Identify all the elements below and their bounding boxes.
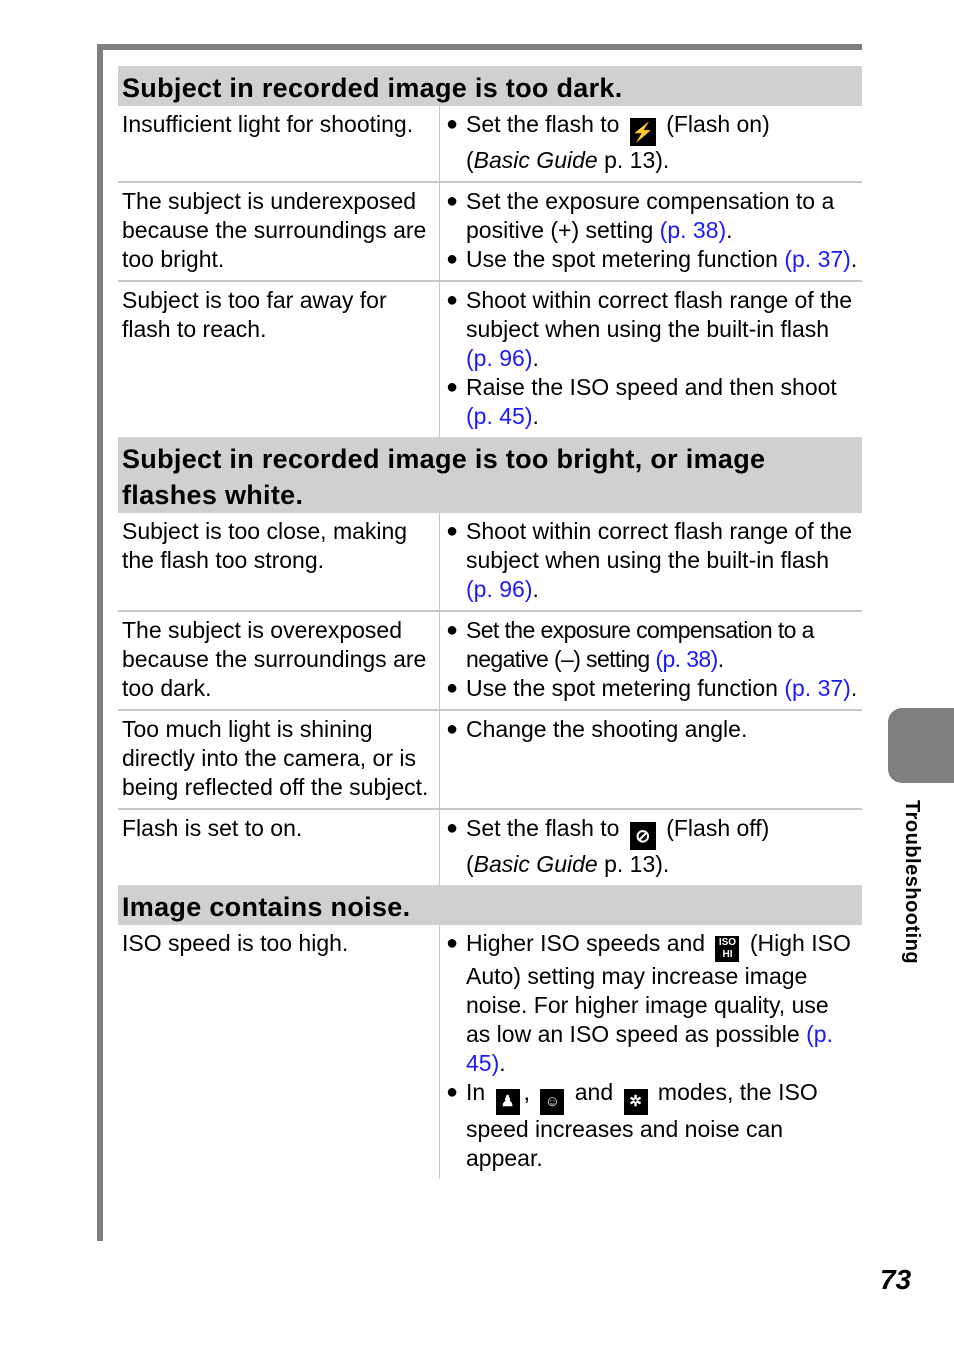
page-link[interactable]: (p. 96) bbox=[466, 576, 532, 602]
cause-cell: ISO speed is too high. bbox=[118, 925, 440, 1179]
bullet-icon: ● bbox=[446, 718, 459, 740]
table-row: Too much light is shining directly into … bbox=[118, 709, 862, 808]
bullet-icon: ● bbox=[446, 1081, 459, 1103]
bullet-item: ● Use the spot metering function (p. 37)… bbox=[446, 246, 858, 272]
page-link[interactable]: (p. 38) bbox=[660, 217, 726, 243]
page-frame-left bbox=[97, 44, 103, 1241]
solution-cell: ● Shoot within correct flash range of th… bbox=[440, 513, 862, 610]
table-row: Subject is too far away for flash to rea… bbox=[118, 280, 862, 437]
solution-cell: ● Set the flash to ⚡ (Flash on) (Basic G… bbox=[440, 106, 862, 181]
chapter-tab bbox=[888, 708, 954, 783]
section-heading: Subject in recorded image is too bright,… bbox=[118, 437, 862, 513]
bullet-item: ● Set the flash to ⊘ (Flash off) (Basic … bbox=[446, 815, 770, 877]
page-link[interactable]: (p. 45) bbox=[466, 403, 532, 429]
bullet-icon: ● bbox=[446, 248, 459, 270]
bullet-icon: ● bbox=[446, 376, 459, 398]
solution-cell: ● Set the exposure compensation to a neg… bbox=[440, 612, 862, 709]
cause-cell: The subject is underexposed because the … bbox=[118, 183, 440, 280]
bullet-icon: ● bbox=[446, 289, 459, 311]
bullet-icon: ● bbox=[446, 520, 459, 542]
bullet-item: ● Set the flash to ⚡ (Flash on) (Basic G… bbox=[446, 111, 770, 173]
cause-cell: The subject is overexposed because the s… bbox=[118, 612, 440, 709]
party-mode-icon: ✲ bbox=[623, 1089, 648, 1115]
bullet-item: ● Change the shooting angle. bbox=[446, 716, 748, 742]
bullet-icon: ● bbox=[446, 113, 459, 135]
solution-cell: ● Change the shooting angle. bbox=[440, 711, 862, 808]
chapter-label: Troubleshooting bbox=[901, 800, 923, 965]
bullet-icon: ● bbox=[446, 817, 459, 839]
table-row: Insufficient light for shooting. ● Set t… bbox=[118, 106, 862, 181]
table-row: The subject is overexposed because the s… bbox=[118, 610, 862, 709]
cause-cell: Subject is too close, making the flash t… bbox=[118, 513, 440, 610]
cause-cell: Subject is too far away for flash to rea… bbox=[118, 282, 440, 437]
bullet-item: ● In ♟, ☺ and ✲ modes, the ISO speed inc… bbox=[446, 1079, 818, 1171]
bullet-icon: ● bbox=[446, 932, 459, 954]
bullet-item: ● Use the spot metering function (p. 37)… bbox=[446, 675, 858, 701]
page-link[interactable]: (p. 96) bbox=[466, 345, 532, 371]
table-row: The subject is underexposed because the … bbox=[118, 181, 862, 280]
bullet-item: ● Shoot within correct flash range of th… bbox=[446, 518, 853, 602]
solution-cell: ● Set the exposure compensation to a pos… bbox=[440, 183, 862, 280]
section-heading: Image contains noise. bbox=[118, 885, 862, 925]
bullet-item: ● Set the exposure compensation to a neg… bbox=[446, 617, 814, 672]
page-frame-top bbox=[97, 44, 862, 50]
bullet-item: ● Shoot within correct flash range of th… bbox=[446, 287, 853, 371]
bullet-icon: ● bbox=[446, 190, 459, 212]
troubleshooting-table: Subject in recorded image is too dark. I… bbox=[118, 66, 862, 1179]
high-iso-auto-icon: ISO HI bbox=[715, 936, 740, 962]
solution-cell: ● Set the flash to ⊘ (Flash off) (Basic … bbox=[440, 810, 862, 885]
flash-on-icon: ⚡ bbox=[629, 118, 656, 146]
table-row: Flash is set to on. ● Set the flash to ⊘… bbox=[118, 808, 862, 885]
page-link[interactable]: (p. 37) bbox=[784, 675, 850, 701]
section-heading: Subject in recorded image is too dark. bbox=[118, 66, 862, 106]
solution-cell: ● Shoot within correct flash range of th… bbox=[440, 282, 862, 437]
page-link[interactable]: (p. 37) bbox=[784, 246, 850, 272]
table-row: ISO speed is too high. ● Higher ISO spee… bbox=[118, 925, 862, 1179]
bullet-icon: ● bbox=[446, 619, 459, 641]
page-number: 73 bbox=[880, 1264, 912, 1295]
cause-cell: Too much light is shining directly into … bbox=[118, 711, 440, 808]
bullet-icon: ● bbox=[446, 677, 459, 699]
bullet-item: ● Set the exposure compensation to a pos… bbox=[446, 188, 835, 243]
solution-cell: ● Higher ISO speeds and ISO HI (High ISO… bbox=[440, 925, 862, 1179]
flash-off-icon: ⊘ bbox=[629, 822, 656, 850]
bullet-item: ● Higher ISO speeds and ISO HI (High ISO… bbox=[446, 930, 851, 1076]
cause-cell: Flash is set to on. bbox=[118, 810, 440, 885]
page-link[interactable]: (p. 38) bbox=[655, 646, 718, 672]
bullet-item: ● Raise the ISO speed and then shoot (p.… bbox=[446, 374, 837, 429]
indoor-mode-icon: ♟ bbox=[495, 1089, 520, 1115]
table-row: Subject is too close, making the flash t… bbox=[118, 513, 862, 610]
cause-cell: Insufficient light for shooting. bbox=[118, 106, 440, 181]
kids-pets-mode-icon: ☺ bbox=[540, 1089, 565, 1115]
